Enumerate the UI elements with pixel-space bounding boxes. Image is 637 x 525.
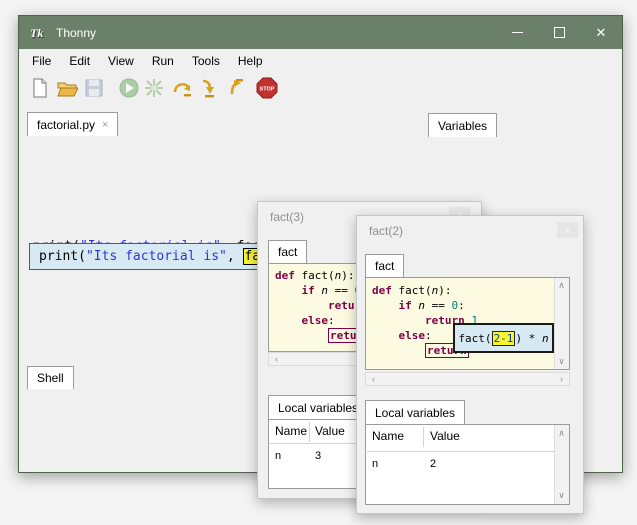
column-divider[interactable] xyxy=(423,427,424,447)
header-underline xyxy=(367,451,555,452)
step-out-icon xyxy=(223,77,245,99)
frame-window-fact2[interactable]: fact(2) x fact def fact(n): if n == 0: r… xyxy=(356,215,584,514)
column-header-name[interactable]: Name xyxy=(275,424,307,438)
scroll-down-icon[interactable]: ∨ xyxy=(555,491,568,500)
locals-tab-label: Local variables xyxy=(278,401,358,415)
close-button[interactable]: ✕ xyxy=(580,16,622,49)
frame-title: fact(2) xyxy=(369,224,403,238)
run-icon xyxy=(118,77,140,99)
save-file-button[interactable] xyxy=(83,77,105,99)
column-header-value[interactable]: Value xyxy=(315,424,345,438)
debug-icon xyxy=(143,77,165,99)
scroll-up-icon[interactable]: ∧ xyxy=(555,281,568,290)
column-header-value[interactable]: Value xyxy=(430,429,460,443)
svg-text:STOP: STOP xyxy=(260,87,275,93)
tab-fact[interactable]: fact xyxy=(268,240,307,263)
active-statement-box: print("Its factorial is", fact(3)) xyxy=(29,243,287,270)
minimize-button[interactable] xyxy=(496,16,538,49)
screenshot-stage: Tk Thonny ✕ File Edit View Run Tools Hel… xyxy=(0,0,637,525)
active-call-box: fact(2-1) * n xyxy=(453,323,554,353)
tab-factorial-py[interactable]: factorial.py × xyxy=(27,112,118,136)
horizontal-scrollbar[interactable]: ‹ › xyxy=(365,372,570,386)
table-row-name[interactable]: n xyxy=(372,458,378,470)
tab-variables[interactable]: Variables xyxy=(428,113,497,137)
run-script-button[interactable] xyxy=(118,77,140,99)
menu-bar: File Edit View Run Tools Help xyxy=(19,49,622,72)
menu-edit[interactable]: Edit xyxy=(60,51,99,71)
open-file-button[interactable] xyxy=(56,77,78,99)
shell-tab-label: Shell xyxy=(37,371,64,385)
minimize-icon xyxy=(512,32,523,33)
column-header-name[interactable]: Name xyxy=(372,429,404,443)
step-over-icon xyxy=(171,77,193,99)
frame-tab-label: fact xyxy=(375,259,394,273)
table-row-value[interactable]: 3 xyxy=(315,450,321,462)
new-file-icon xyxy=(29,77,51,99)
menu-file[interactable]: File xyxy=(23,51,60,71)
table-row-name[interactable]: n xyxy=(275,450,281,462)
frame-tab-label: fact xyxy=(278,245,297,259)
editor-tab-label: factorial.py xyxy=(37,118,95,132)
maximize-icon xyxy=(554,27,565,38)
tab-local-variables[interactable]: Local variables xyxy=(365,400,465,424)
menu-view[interactable]: View xyxy=(99,51,143,71)
scroll-left-icon[interactable]: ‹ xyxy=(367,375,380,384)
code-vertical-scrollbar[interactable]: ∧ ∨ xyxy=(554,278,569,369)
scroll-up-icon[interactable]: ∧ xyxy=(555,429,568,438)
local-variables-table: Name Value n 2 ∧ ∨ xyxy=(365,424,570,505)
step-over-button[interactable] xyxy=(171,77,193,99)
tab-shell[interactable]: Shell xyxy=(27,366,74,389)
variables-tab-label: Variables xyxy=(438,119,487,133)
stop-button[interactable]: STOP xyxy=(256,77,278,99)
tab-close-icon[interactable]: × xyxy=(102,119,108,131)
stop-icon: STOP xyxy=(256,77,278,99)
menu-help[interactable]: Help xyxy=(229,51,272,71)
tab-local-variables[interactable]: Local variables xyxy=(268,395,368,419)
frame-close-button[interactable]: x xyxy=(557,222,578,238)
table-row-value[interactable]: 2 xyxy=(430,458,436,470)
frame-title: fact(3) xyxy=(270,210,304,224)
scroll-right-icon[interactable]: › xyxy=(555,375,568,384)
step-out-button[interactable] xyxy=(223,77,245,99)
maximize-button[interactable] xyxy=(538,16,580,49)
locals-vertical-scrollbar[interactable]: ∧ ∨ xyxy=(554,425,569,504)
menu-run[interactable]: Run xyxy=(143,51,183,71)
window-title: Thonny xyxy=(56,26,96,40)
code-line: def fact(n): xyxy=(372,283,478,298)
tab-fact[interactable]: fact xyxy=(365,254,404,277)
scroll-left-icon[interactable]: ‹ xyxy=(270,355,283,364)
close-icon: x xyxy=(565,225,570,236)
close-icon: ✕ xyxy=(596,26,607,39)
new-file-button[interactable] xyxy=(29,77,51,99)
title-bar[interactable]: Tk Thonny ✕ xyxy=(19,16,622,49)
toolbar: STOP xyxy=(19,72,622,105)
code-line: if n == 0: xyxy=(372,298,478,313)
scroll-down-icon[interactable]: ∨ xyxy=(555,357,568,366)
thonny-app-icon: Tk xyxy=(30,25,48,41)
step-into-icon xyxy=(198,77,220,99)
step-into-button[interactable] xyxy=(198,77,220,99)
menu-tools[interactable]: Tools xyxy=(183,51,229,71)
save-icon xyxy=(83,77,105,99)
debug-script-button[interactable] xyxy=(143,77,165,99)
column-divider[interactable] xyxy=(309,422,310,442)
open-folder-icon xyxy=(56,77,78,99)
locals-tab-label: Local variables xyxy=(375,406,455,420)
